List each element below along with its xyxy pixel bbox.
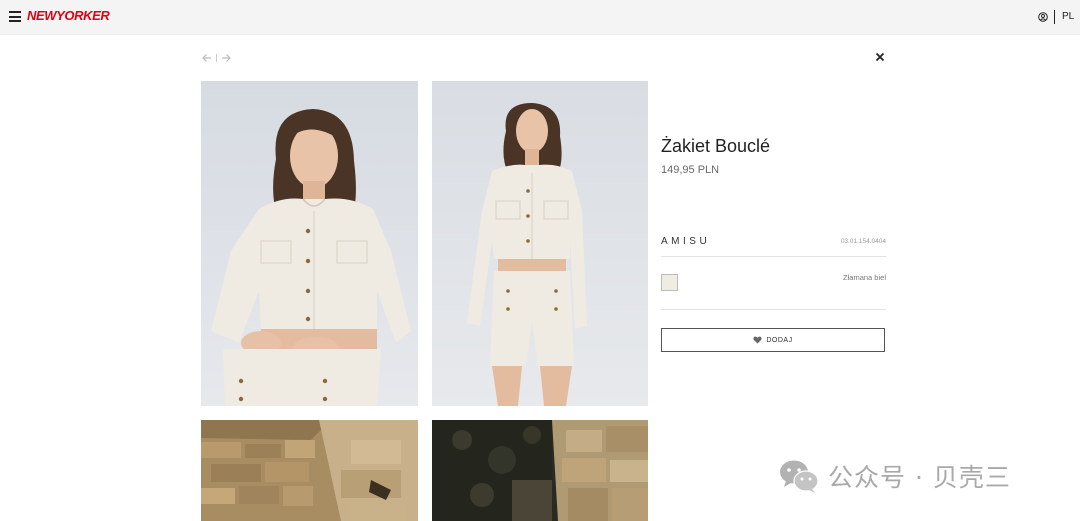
add-to-wishlist-button[interactable]: DODAJ	[661, 328, 885, 352]
product-image-stone-wall-dark[interactable]	[432, 420, 648, 521]
product-brand: AMISU	[661, 236, 711, 247]
color-swatch[interactable]	[661, 274, 678, 291]
product-image-model-front[interactable]	[201, 81, 418, 406]
logo[interactable]: NEWYORKER	[27, 8, 110, 23]
close-icon[interactable]	[874, 51, 886, 63]
arrow-left-icon[interactable]	[201, 52, 213, 64]
divider	[661, 256, 886, 257]
watermark-text: 公众号 · 贝壳三	[828, 463, 1011, 492]
product-image-model-full[interactable]	[432, 81, 648, 406]
color-name: Złamana biel	[843, 273, 886, 282]
product-title: Żakiet Bouclé	[661, 136, 771, 156]
arrow-right-icon[interactable]	[220, 52, 232, 64]
menu-icon[interactable]	[9, 11, 21, 22]
account-icon[interactable]	[1038, 12, 1048, 22]
top-bar: NEWYORKER PL	[0, 0, 1080, 35]
product-sku: 03.01.154.0404	[840, 238, 886, 245]
watermark: 公众号 · 贝壳三	[778, 456, 1011, 496]
arrow-divider	[216, 54, 217, 62]
heart-icon	[753, 336, 762, 344]
product-navigation	[201, 52, 232, 64]
divider	[661, 309, 886, 310]
add-button-label: DODAJ	[766, 336, 793, 344]
product-price: 149,95 PLN	[661, 164, 720, 176]
wechat-icon	[780, 460, 819, 493]
language-selector[interactable]: PL	[1062, 11, 1074, 22]
product-image-stone-wall[interactable]	[201, 420, 418, 521]
header-divider	[1054, 10, 1055, 24]
